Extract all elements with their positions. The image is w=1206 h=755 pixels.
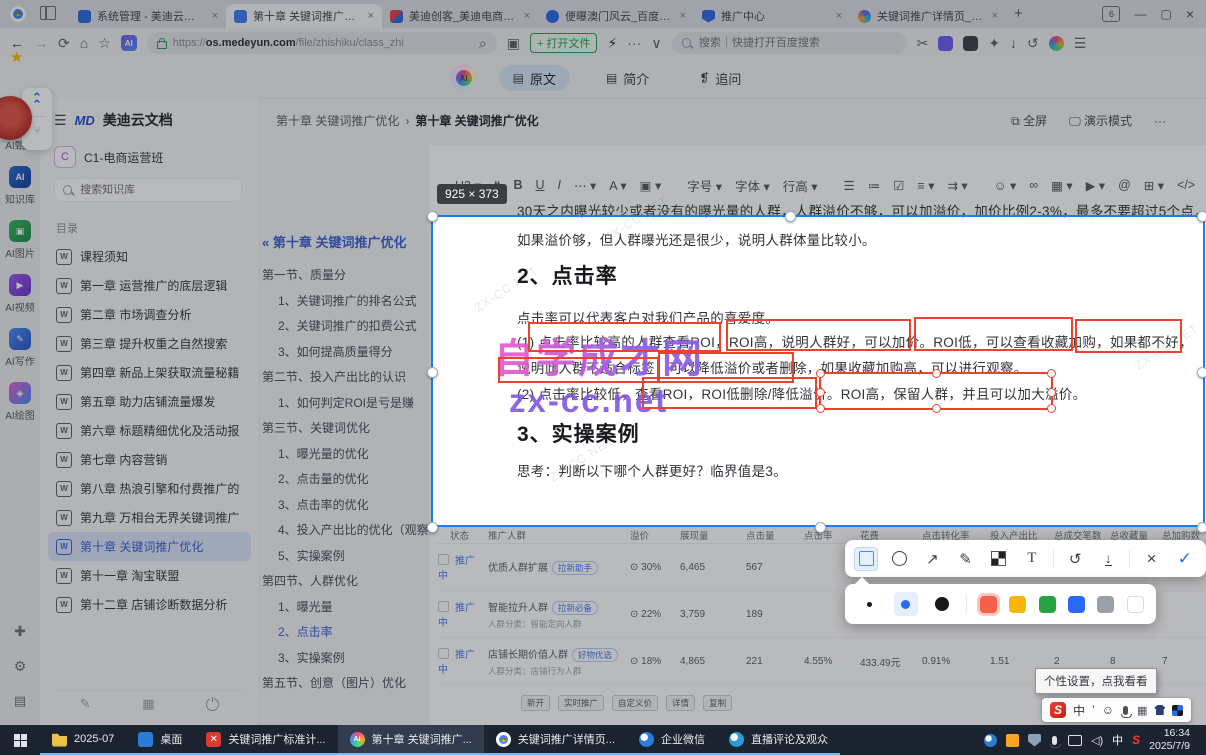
soft-keyboard-icon[interactable]: ▦ [1137, 704, 1147, 717]
voice-input-icon[interactable] [1120, 705, 1132, 718]
ime-toolbar: S 中 ’ ☺ ▦ [1042, 698, 1192, 722]
annotation-rect[interactable] [914, 317, 1073, 351]
annotation-rect-selected[interactable] [816, 369, 1056, 413]
text-tool[interactable]: T [1020, 547, 1044, 571]
color-grey[interactable] [1097, 595, 1115, 613]
selection-handle-mr[interactable] [1197, 367, 1206, 378]
annotation-handle[interactable] [816, 369, 825, 378]
capture-style-palette [845, 584, 1156, 624]
taskbar-item-live-comments[interactable]: 直播评论及观众 [716, 725, 840, 755]
capture-dim-overlay [0, 0, 1206, 215]
windows-taskbar: 2025-07 桌面 ✕ 关键词推广标准计... AI 第十章 关键词推广...… [0, 725, 1206, 755]
tray-volume-icon[interactable]: ◁) [1091, 734, 1103, 747]
color-white[interactable] [1126, 595, 1144, 613]
taskbar-item-folder[interactable]: 2025-07 [40, 725, 127, 755]
stroke-small[interactable] [857, 592, 881, 616]
selection-handle-bm[interactable] [815, 522, 826, 533]
color-green[interactable] [1038, 595, 1056, 613]
mosaic-tool[interactable] [987, 547, 1011, 571]
taskbar-item-wecom[interactable]: 企业微信 [626, 725, 717, 755]
sogou-logo-icon[interactable]: S [1050, 702, 1066, 718]
tray-ime-indicator[interactable]: 中 [1112, 732, 1123, 748]
taskbar-item-chapter-doc[interactable]: AI 第十章 关键词推广... [337, 725, 484, 755]
screen: 系统管理 - 美迪云管理 × 第十章 关键词推广优化 × 美迪创客_美迪电商_美… [0, 0, 1206, 755]
annotation-handle[interactable] [1047, 369, 1056, 378]
tray-sogou-icon[interactable]: S [1132, 733, 1140, 747]
color-red-selected[interactable] [979, 595, 997, 613]
desktop-icon [138, 731, 154, 747]
annotation-handle[interactable] [932, 369, 941, 378]
capture-size-badge: 925 × 373 [437, 184, 507, 204]
annotation-rect[interactable] [642, 377, 817, 409]
ime-toolbox-icon[interactable] [1172, 704, 1184, 716]
chrome-icon [495, 731, 511, 747]
selection-handle-bl[interactable] [427, 522, 438, 533]
color-blue[interactable] [1067, 595, 1085, 613]
annotation-handle[interactable] [816, 388, 825, 397]
annotation-handle[interactable] [932, 404, 941, 413]
taskbar-clock[interactable]: 16:34 2025/7/9 [1149, 727, 1196, 752]
taskbar-item-chrome[interactable]: 关键词推广详情页... [483, 725, 627, 755]
ime-settings-tooltip: 个性设置，点我看看 [1035, 668, 1157, 694]
selection-handle-br[interactable] [1197, 522, 1206, 533]
tray-display-icon[interactable] [1067, 734, 1082, 746]
confirm-capture-icon[interactable]: ✓ [1173, 547, 1197, 571]
rectangle-tool[interactable] [854, 546, 879, 571]
cancel-capture-icon[interactable]: × [1140, 547, 1164, 571]
ai-doc-app-icon: AI [349, 731, 365, 747]
capture-toolbar: ↗ ✎ T ↺ ↓ × ✓ [845, 540, 1206, 577]
stroke-large[interactable] [930, 592, 954, 616]
selection-handle-tl[interactable] [427, 211, 438, 222]
selection-handle-ml[interactable] [427, 367, 438, 378]
ellipse-tool[interactable] [887, 547, 911, 571]
skin-icon[interactable] [1154, 705, 1166, 715]
annotation-handle[interactable] [816, 404, 825, 413]
selection-handle-tr[interactable] [1197, 211, 1206, 222]
undo-capture-icon[interactable]: ↺ [1063, 547, 1087, 571]
wecom-icon [638, 731, 654, 747]
selection-handle-tm[interactable] [785, 211, 796, 222]
tray-mic-icon[interactable] [1049, 735, 1061, 748]
pen-tool[interactable]: ✎ [954, 547, 978, 571]
red-x-app-icon: ✕ [206, 731, 222, 747]
ime-punctuation-icon[interactable]: ’ [1092, 703, 1095, 717]
tray-orange-icon[interactable] [1005, 733, 1019, 747]
ime-mode-chinese[interactable]: 中 [1073, 702, 1085, 719]
arrow-tool[interactable]: ↗ [920, 547, 944, 571]
live-comment-icon [728, 731, 744, 747]
start-button[interactable] [0, 725, 40, 755]
annotation-handle[interactable] [1047, 404, 1056, 413]
annotation-rect[interactable] [498, 357, 659, 383]
tray-wecom-icon[interactable] [983, 733, 997, 747]
annotation-rect[interactable] [726, 319, 911, 351]
stroke-medium-selected[interactable] [893, 592, 918, 616]
folder-icon [52, 733, 67, 747]
download-capture-icon[interactable]: ↓ [1096, 547, 1120, 571]
annotation-rect[interactable] [528, 322, 721, 352]
annotation-rect[interactable] [1075, 319, 1182, 353]
capture-dim-overlay [0, 215, 431, 527]
taskbar-item-keyword-plan[interactable]: ✕ 关键词推广标准计... [194, 725, 338, 755]
tray-shield-icon[interactable] [1027, 733, 1041, 747]
color-yellow[interactable] [1009, 595, 1027, 613]
annotation-handle[interactable] [1047, 388, 1056, 397]
system-tray: ◁) 中 S 16:34 2025/7/9 [983, 725, 1206, 755]
emoji-picker-icon[interactable]: ☺ [1102, 703, 1114, 717]
taskbar-item-desktop[interactable]: 桌面 [126, 725, 195, 755]
